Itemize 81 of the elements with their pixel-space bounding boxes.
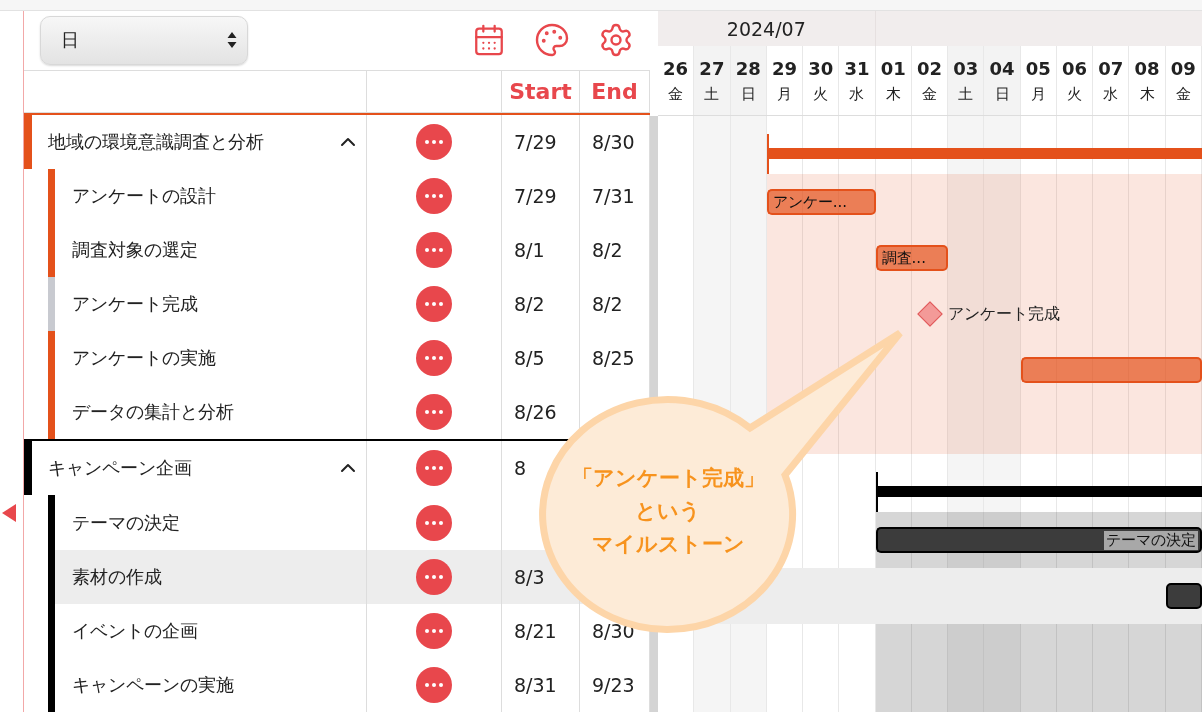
callout-text: という: [635, 498, 701, 525]
start-date: 8/21: [513, 619, 557, 642]
palette-icon[interactable]: [534, 22, 570, 59]
more-button[interactable]: [416, 231, 452, 268]
group-name: 地域の環境意識調査と分析: [47, 129, 265, 154]
day-number: 03: [953, 57, 979, 79]
more-button[interactable]: [416, 558, 452, 595]
task-name: アンケートの設計: [71, 183, 217, 208]
weekday-label: 金: [668, 84, 684, 104]
callout-text: 「アンケート完成」: [571, 465, 765, 492]
column-header[interactable]: End: [591, 78, 638, 104]
end-date: 9/23: [591, 673, 635, 696]
start-date: 8: [513, 457, 527, 480]
bar-label: アンケー...: [771, 192, 849, 212]
task-name: アンケートの実施: [71, 346, 217, 371]
day-number: 28: [735, 57, 761, 79]
day-number: 04: [989, 57, 1015, 79]
end-date: 8/25: [591, 347, 635, 370]
weekday-label: 月: [1030, 84, 1046, 104]
callout-text: マイルストーン: [591, 531, 745, 558]
end-date: 8/2: [591, 238, 623, 261]
more-button[interactable]: [416, 340, 452, 377]
day-number: 08: [1134, 57, 1160, 79]
start-date: 8/5: [513, 347, 545, 370]
day-number: 29: [771, 57, 797, 79]
task-name: テーマの決定: [71, 510, 181, 535]
calendar-icon[interactable]: [472, 23, 506, 58]
day-number: 31: [844, 57, 870, 79]
day-number: 02: [916, 57, 942, 79]
day-number: 05: [1025, 57, 1051, 79]
task-name: 調査対象の選定: [71, 237, 199, 262]
task-name: キャンペーンの実施: [71, 672, 235, 697]
more-button[interactable]: [416, 504, 452, 541]
weekday-label: 火: [813, 84, 829, 104]
more-button[interactable]: [416, 666, 452, 703]
task-name: アンケート完成: [71, 292, 199, 316]
weekday-label: 日: [994, 84, 1010, 104]
more-button[interactable]: [416, 177, 452, 214]
start-date: 8/2: [513, 293, 545, 315]
end-date: 7/31: [591, 184, 635, 207]
weekday-label: 木: [885, 84, 901, 104]
start-date: 7/29: [513, 184, 557, 207]
start-date: 7/29: [513, 130, 557, 153]
weekday-label: 水: [849, 84, 865, 104]
end-date: 8/30: [591, 130, 635, 153]
task-name: 素材の作成: [55, 549, 366, 604]
weekday-label: 木: [1139, 84, 1155, 104]
day-number: 26: [663, 57, 689, 79]
task-name: イベントの企画: [71, 618, 199, 643]
settings-icon[interactable]: [598, 22, 634, 59]
more-button[interactable]: [416, 123, 452, 160]
start-date: 8/3: [513, 565, 545, 588]
weekday-label: 土: [704, 84, 720, 104]
end-date: 8/2: [591, 293, 623, 315]
day-number: 01: [880, 57, 906, 79]
weekday-label: 日: [740, 84, 756, 104]
day-number: 09: [1170, 57, 1196, 79]
start-date: 8/31: [513, 673, 557, 696]
more-button[interactable]: [416, 286, 452, 322]
milestone-label: アンケート完成: [948, 303, 1062, 325]
more-button[interactable]: [416, 450, 452, 487]
sort-arrows-icon: [227, 31, 237, 50]
group-name: キャンペーン企画: [47, 456, 193, 481]
day-number: 27: [699, 57, 725, 79]
weekday-label: 土: [958, 84, 974, 104]
start-date: 8/26: [513, 401, 557, 424]
weekday-label: 月: [776, 84, 792, 104]
more-button[interactable]: [416, 394, 452, 431]
column-header[interactable]: Start: [509, 78, 572, 104]
start-date: 8/1: [513, 238, 545, 261]
weekday-label: 火: [1067, 84, 1083, 104]
day-number: 06: [1062, 57, 1088, 79]
day-number: 07: [1098, 57, 1124, 79]
weekday-label: 金: [922, 84, 937, 104]
task-name: データの集計と分析: [71, 400, 235, 425]
view-select[interactable]: 日: [40, 16, 248, 65]
more-button[interactable]: [416, 612, 452, 649]
day-number: 30: [808, 57, 834, 79]
bar-label: 調査...: [880, 248, 927, 268]
weekday-label: 水: [1103, 84, 1119, 104]
weekday-label: 金: [1175, 84, 1191, 104]
